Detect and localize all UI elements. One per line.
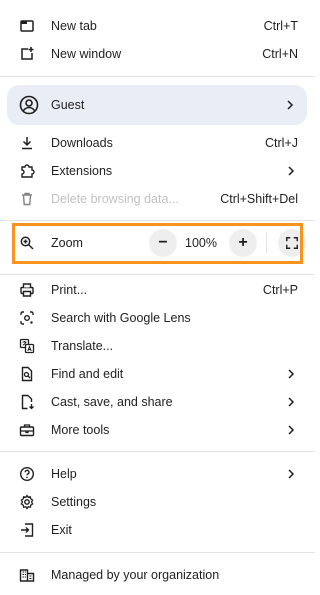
- exit-icon: [19, 522, 35, 538]
- menu-item-label: Cast, save, and share: [51, 395, 173, 409]
- puzzle-icon: [19, 163, 35, 179]
- separator: [0, 451, 315, 452]
- menu-item-label: New window: [51, 47, 122, 61]
- menu-item-label: Managed by your organization: [51, 568, 220, 582]
- gear-icon: [19, 494, 35, 510]
- printer-icon: [19, 282, 35, 298]
- menu-item-managed-by-organization[interactable]: Managed by your organization: [0, 561, 315, 589]
- menu-item-label: Translate...: [51, 339, 114, 353]
- menu-item-label: Delete browsing data...: [51, 192, 179, 206]
- separator: [0, 76, 315, 77]
- menu-item-new-tab[interactable]: New tab Ctrl+T: [0, 12, 315, 40]
- toolbox-icon: [19, 422, 35, 438]
- menu-item-cast-save-share[interactable]: Cast, save, and share: [0, 388, 315, 416]
- chevron-right-icon: [284, 99, 296, 111]
- browser-main-menu: New tab Ctrl+T New window Ctrl+N Guest D…: [0, 0, 315, 595]
- menu-item-label: Help: [51, 467, 77, 481]
- chevron-right-icon: [285, 396, 297, 408]
- menu-item-google-lens[interactable]: Search with Google Lens: [0, 304, 315, 332]
- menu-item-label: Downloads: [51, 136, 113, 150]
- menu-item-delete-browsing-data[interactable]: Delete browsing data... Ctrl+Shift+Del: [0, 185, 315, 213]
- shortcut-label: Ctrl+Shift+Del: [220, 192, 298, 206]
- separator: [0, 220, 315, 221]
- menu-item-help[interactable]: Help: [0, 460, 315, 488]
- zoom-highlight-box: [12, 223, 303, 264]
- menu-item-label: Find and edit: [51, 367, 124, 381]
- menu-item-find-and-edit[interactable]: Find and edit: [0, 360, 315, 388]
- lens-icon: [19, 310, 35, 326]
- cast-save-icon: [19, 394, 35, 410]
- menu-item-label: Settings: [51, 495, 97, 509]
- profile-name: Guest: [51, 98, 85, 112]
- menu-item-label: Search with Google Lens: [51, 311, 191, 325]
- help-icon: [19, 466, 35, 482]
- menu-item-settings[interactable]: Settings: [0, 488, 315, 516]
- menu-item-more-tools[interactable]: More tools: [0, 416, 315, 444]
- chevron-right-icon: [285, 165, 297, 177]
- menu-item-translate[interactable]: Translate...: [0, 332, 315, 360]
- translate-icon: [19, 338, 35, 354]
- profile-item-guest[interactable]: Guest: [7, 85, 307, 125]
- menu-item-label: New tab: [51, 19, 97, 33]
- find-page-icon: [19, 366, 35, 382]
- shortcut-label: Ctrl+N: [262, 47, 298, 61]
- chevron-right-icon: [285, 468, 297, 480]
- new-window-icon: [19, 46, 35, 62]
- menu-item-extensions[interactable]: Extensions: [0, 157, 315, 185]
- menu-item-downloads[interactable]: Downloads Ctrl+J: [0, 129, 315, 157]
- menu-item-label: Print...: [51, 283, 88, 297]
- chevron-right-icon: [285, 368, 297, 380]
- separator: [0, 274, 315, 275]
- building-icon: [19, 567, 35, 583]
- menu-item-new-window[interactable]: New window Ctrl+N: [0, 40, 315, 68]
- shortcut-label: Ctrl+P: [262, 283, 298, 297]
- menu-item-label: Extensions: [51, 164, 113, 178]
- new-tab-icon: [19, 18, 35, 34]
- menu-item-label: More tools: [51, 423, 110, 437]
- menu-item-exit[interactable]: Exit: [0, 516, 315, 544]
- shortcut-label: Ctrl+J: [265, 136, 298, 150]
- shortcut-label: Ctrl+T: [263, 19, 298, 33]
- account-circle-icon: [19, 95, 39, 115]
- menu-item-print[interactable]: Print... Ctrl+P: [0, 276, 315, 304]
- download-icon: [19, 135, 35, 151]
- menu-item-label: Exit: [51, 523, 72, 537]
- trash-icon: [19, 191, 35, 207]
- chevron-right-icon: [285, 424, 297, 436]
- separator: [0, 552, 315, 553]
